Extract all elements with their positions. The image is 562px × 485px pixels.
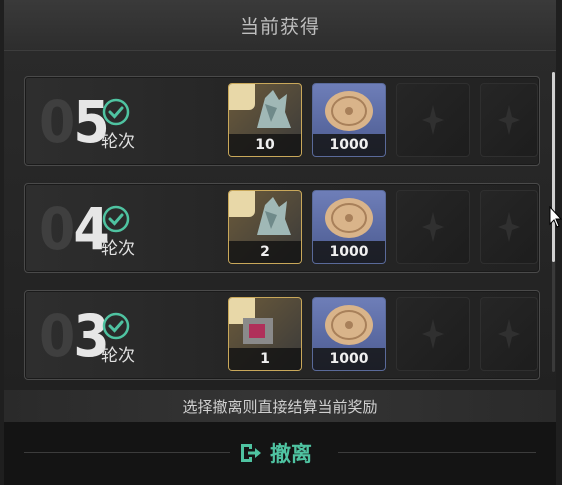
empty-reward-slot xyxy=(480,297,538,371)
exit-icon xyxy=(241,444,261,462)
empty-slot-icon xyxy=(422,319,444,349)
reward-item-coin[interactable]: 1000 xyxy=(312,83,386,157)
coin-icon xyxy=(325,91,373,131)
round-label: 轮次 xyxy=(101,132,135,152)
empty-slot-icon xyxy=(422,212,444,242)
round-number-lead: 0 xyxy=(39,88,75,156)
check-circle-icon xyxy=(102,98,130,126)
empty-reward-slot xyxy=(396,297,470,371)
reward-count: 2 xyxy=(229,241,301,263)
round-card: 04 轮次 2 1000 xyxy=(24,183,540,273)
reward-count: 10 xyxy=(229,134,301,156)
rewards-panel: 当前获得 05 轮次 10 1000 04 轮次 2 1000 03 轮次 1 … xyxy=(4,0,556,485)
reward-count: 1000 xyxy=(313,348,385,370)
reward-item-coin[interactable]: 1000 xyxy=(312,190,386,264)
hint-bar: 选择撤离则直接结算当前奖励 xyxy=(4,390,556,422)
round-card: 03 轮次 1 1000 xyxy=(24,290,540,380)
panel-title: 当前获得 xyxy=(239,15,320,38)
coin-icon xyxy=(325,198,373,238)
reward-item-gold[interactable]: 2 xyxy=(228,190,302,264)
mech-icon xyxy=(257,90,291,128)
reward-count: 1 xyxy=(229,348,301,370)
empty-slot-icon xyxy=(498,212,520,242)
round-number: 04 xyxy=(39,200,110,258)
round-number-lead: 0 xyxy=(39,195,75,263)
title-bar: 当前获得 xyxy=(4,0,556,51)
reward-item-gold[interactable]: 1 xyxy=(228,297,302,371)
hint-text: 选择撤离则直接结算当前奖励 xyxy=(182,397,378,416)
empty-reward-slot xyxy=(396,190,470,264)
empty-reward-slot xyxy=(480,83,538,157)
withdraw-button[interactable]: 撤离 xyxy=(238,438,312,468)
divider xyxy=(24,452,230,453)
box-icon xyxy=(243,318,273,344)
rounds-list: 05 轮次 10 1000 04 轮次 2 1000 03 轮次 1 1000 xyxy=(24,76,542,397)
round-number: 05 xyxy=(39,93,110,151)
empty-slot-icon xyxy=(498,105,520,135)
empty-reward-slot xyxy=(396,83,470,157)
withdraw-label: 撤离 xyxy=(270,442,312,466)
round-card: 05 轮次 10 1000 xyxy=(24,76,540,166)
round-number: 03 xyxy=(39,307,110,365)
divider xyxy=(338,452,536,453)
footer: 撤离 xyxy=(4,422,556,485)
mech-icon xyxy=(257,197,291,235)
round-label: 轮次 xyxy=(101,239,135,259)
round-number-lead: 0 xyxy=(39,302,75,370)
empty-slot-icon xyxy=(498,319,520,349)
reward-item-gold[interactable]: 10 xyxy=(228,83,302,157)
coin-icon xyxy=(325,305,373,345)
check-circle-icon xyxy=(102,205,130,233)
check-circle-icon xyxy=(102,312,130,340)
reward-count: 1000 xyxy=(313,241,385,263)
empty-reward-slot xyxy=(480,190,538,264)
reward-count: 1000 xyxy=(313,134,385,156)
scrollbar-thumb[interactable] xyxy=(552,72,555,262)
mouse-cursor-icon xyxy=(549,206,562,228)
reward-item-coin[interactable]: 1000 xyxy=(312,297,386,371)
round-label: 轮次 xyxy=(101,346,135,366)
empty-slot-icon xyxy=(422,105,444,135)
